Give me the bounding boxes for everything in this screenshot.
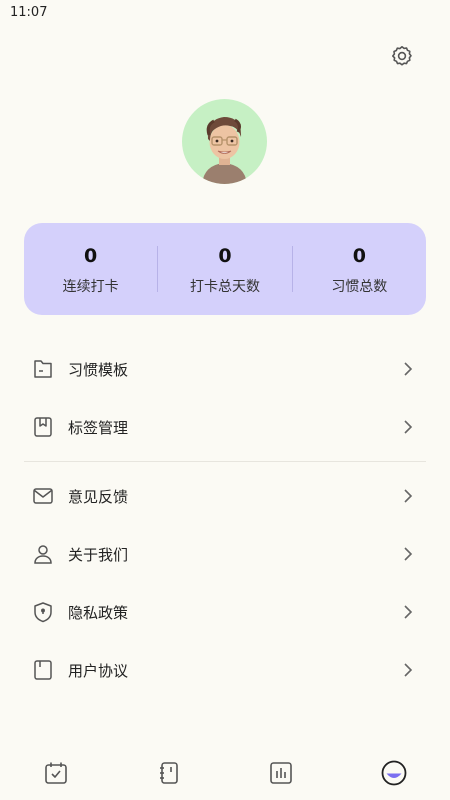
chevron-right-icon (398, 417, 418, 437)
menu-item-label: 意见反馈 (68, 487, 129, 506)
stats-card: 0 连续打卡 0 打卡总天数 0 习惯总数 (24, 223, 426, 315)
menu-item-habit-templates[interactable]: 习惯模板 (24, 344, 426, 394)
notebook-icon (160, 762, 178, 784)
menu-item-privacy-policy[interactable]: 隐私政策 (24, 587, 426, 637)
bookmark-tag-icon (28, 412, 58, 442)
chevron-right-icon (398, 602, 418, 622)
stat-value: 0 (218, 245, 232, 267)
group-divider (24, 461, 426, 462)
gear-icon (392, 46, 412, 66)
bar-chart-icon (270, 762, 292, 784)
avatar[interactable] (182, 99, 267, 184)
tab-notebook[interactable] (154, 758, 184, 788)
stat-label: 打卡总天数 (189, 279, 260, 295)
stat-label: 连续打卡 (62, 279, 119, 295)
stat-total-days[interactable]: 0 打卡总天数 (158, 223, 291, 315)
menu-item-tag-management[interactable]: 标签管理 (24, 402, 426, 452)
status-bar: 11:07 (0, 0, 450, 26)
memoji-avatar (202, 117, 247, 184)
settings-button[interactable] (388, 42, 416, 70)
mail-icon (28, 481, 58, 511)
stat-value: 0 (352, 245, 366, 267)
menu-item-about-us[interactable]: 关于我们 (24, 529, 426, 579)
tab-habits[interactable] (41, 758, 71, 788)
menu-item-label: 习惯模板 (68, 360, 129, 379)
shield-icon (28, 597, 58, 627)
smile-profile-icon (381, 760, 407, 786)
document-icon (28, 655, 58, 685)
menu-item-label: 用户协议 (68, 661, 129, 680)
menu-item-feedback[interactable]: 意见反馈 (24, 471, 426, 521)
menu-item-label: 关于我们 (68, 545, 129, 564)
stat-streak[interactable]: 0 连续打卡 (24, 223, 157, 315)
bottom-tab-bar (0, 748, 450, 800)
menu-item-user-agreement[interactable]: 用户协议 (24, 645, 426, 695)
user-icon (28, 539, 58, 569)
chevron-right-icon (398, 544, 418, 564)
folder-icon (28, 354, 58, 384)
chevron-right-icon (398, 486, 418, 506)
chevron-right-icon (398, 660, 418, 680)
menu-item-label: 隐私政策 (68, 603, 129, 622)
calendar-check-icon (45, 762, 67, 784)
status-time: 11:07 (10, 5, 48, 20)
stat-label: 习惯总数 (331, 279, 388, 295)
chevron-right-icon (398, 359, 418, 379)
menu-item-label: 标签管理 (68, 418, 129, 437)
tab-statistics[interactable] (266, 758, 296, 788)
stat-value: 0 (84, 245, 98, 267)
stat-total-habits[interactable]: 0 习惯总数 (293, 223, 426, 315)
tab-profile[interactable] (379, 758, 409, 788)
